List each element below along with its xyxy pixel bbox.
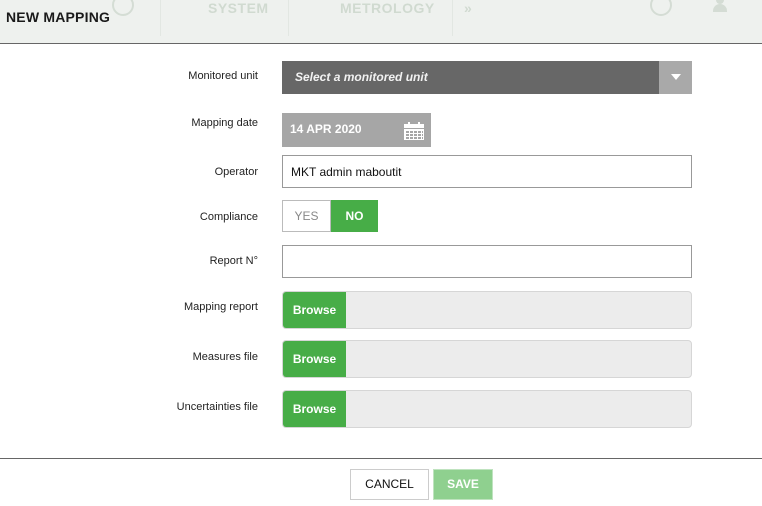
mapping-date-field[interactable]: 14 APR 2020 [282, 113, 431, 147]
monitored-unit-label: Monitored unit [188, 70, 258, 82]
chevron-down-icon [671, 74, 681, 80]
compliance-no-button[interactable]: NO [331, 200, 378, 232]
operator-value: MKT admin maboutit [291, 165, 402, 179]
background-nav-divider [452, 0, 453, 36]
background-nav-metrology: METROLOGY [340, 0, 435, 16]
mapping-date-label: Mapping date [191, 117, 258, 129]
background-circle-icon [112, 0, 134, 16]
background-user-icon [712, 0, 728, 12]
report-number-label: Report N° [209, 255, 258, 267]
dialog-title: NEW MAPPING [6, 9, 111, 25]
report-number-input[interactable] [282, 245, 692, 278]
uncertainties-file-label: Uncertainties file [176, 401, 258, 413]
compliance-yes-button[interactable]: YES [282, 200, 331, 232]
monitored-unit-dropdown-toggle[interactable] [659, 61, 692, 94]
background-nav: SYSTEM METROLOGY » [0, 0, 762, 36]
operator-input[interactable]: MKT admin maboutit [282, 155, 692, 188]
uncertainties-file-browse-button[interactable]: Browse [283, 391, 346, 427]
background-clock-icon [650, 0, 672, 16]
mapping-date-value: 14 APR 2020 [290, 122, 362, 136]
measures-file-label: Measures file [192, 351, 258, 363]
compliance-toggle: YES NO [282, 200, 378, 232]
background-nav-divider [288, 0, 289, 36]
measures-file-field[interactable]: Browse [282, 340, 692, 378]
save-button[interactable]: SAVE [433, 469, 493, 500]
background-nav-more: » [464, 0, 473, 16]
mapping-report-label: Mapping report [184, 301, 258, 313]
operator-label: Operator [214, 166, 258, 178]
mapping-report-browse-button[interactable]: Browse [283, 292, 346, 328]
dialog-header: SYSTEM METROLOGY » NEW MAPPING [0, 0, 762, 44]
mapping-report-file-field[interactable]: Browse [282, 291, 692, 329]
background-nav-divider [160, 0, 161, 36]
calendar-icon[interactable] [404, 122, 424, 140]
monitored-unit-placeholder: Select a monitored unit [295, 70, 428, 84]
measures-file-browse-button[interactable]: Browse [283, 341, 346, 377]
compliance-label: Compliance [199, 211, 258, 223]
background-nav-system: SYSTEM [208, 0, 269, 16]
new-mapping-dialog: SYSTEM METROLOGY » NEW MAPPING Monitored… [0, 0, 762, 506]
footer-divider [0, 458, 762, 459]
monitored-unit-select[interactable]: Select a monitored unit [282, 61, 692, 94]
uncertainties-file-field[interactable]: Browse [282, 390, 692, 428]
cancel-button[interactable]: CANCEL [350, 469, 429, 500]
